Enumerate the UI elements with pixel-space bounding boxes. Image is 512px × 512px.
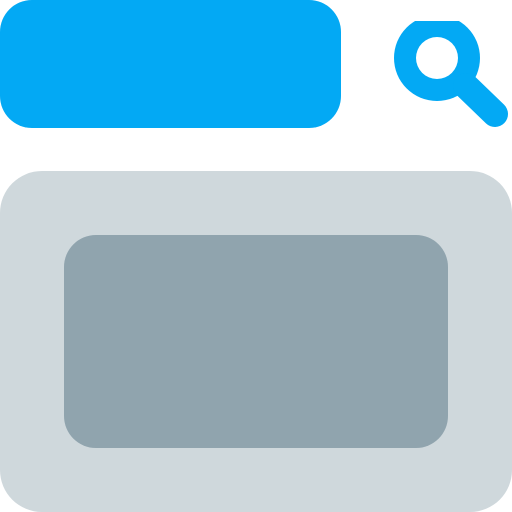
search-icon-handle (453, 73, 508, 127)
search-icon[interactable] (384, 15, 512, 128)
content-panel (0, 171, 512, 512)
content-card[interactable] (64, 235, 448, 448)
app-canvas (0, 0, 512, 512)
search-input[interactable] (0, 0, 341, 128)
search-icon-lens-hole (416, 37, 458, 79)
